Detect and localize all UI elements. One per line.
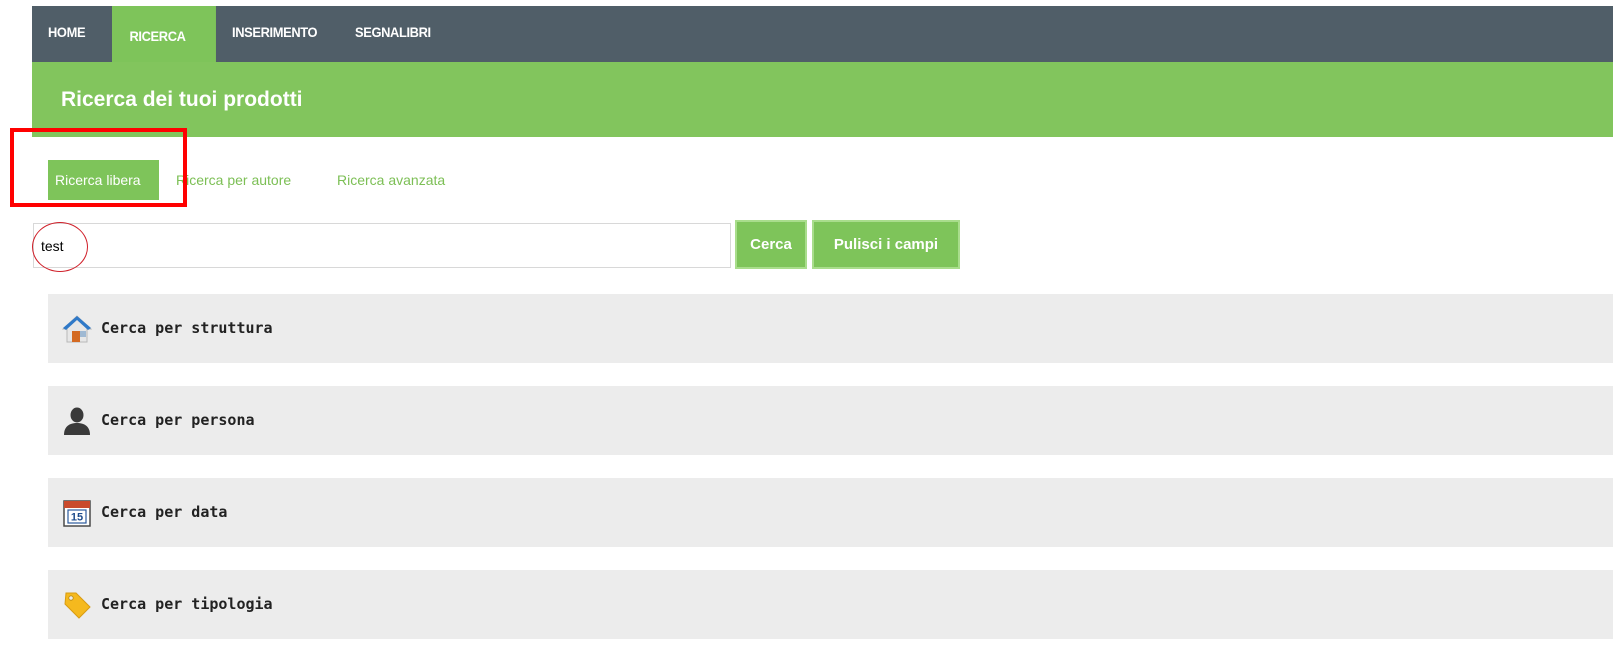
calendar-day: 15: [71, 512, 83, 524]
section-label: Cerca per tipologia: [101, 595, 273, 613]
tab-ricerca-per-autore-label: Ricerca per autore: [176, 172, 292, 188]
section-label: Cerca per struttura: [101, 319, 273, 337]
nav-home-label: HOME: [48, 24, 86, 40]
nav-ricerca-label: RICERCA: [129, 28, 186, 44]
calendar-icon: 15: [63, 500, 91, 527]
section-cerca-per-data[interactable]: 15 Cerca per data: [48, 478, 1613, 547]
clear-fields-button-label: Pulisci i campi: [833, 236, 939, 253]
person-icon: [64, 407, 90, 435]
highlight-annotation-circle: [32, 222, 88, 272]
search-button[interactable]: Cerca: [735, 220, 807, 269]
search-button-label: Cerca: [750, 236, 792, 253]
tab-ricerca-avanzata-label: Ricerca avanzata: [337, 172, 446, 188]
section-label: Cerca per persona: [101, 411, 255, 429]
section-cerca-per-persona[interactable]: Cerca per persona: [48, 386, 1613, 455]
house-icon: [62, 315, 92, 343]
section-cerca-per-struttura[interactable]: Cerca per struttura: [48, 294, 1613, 363]
page-header: Ricerca dei tuoi prodotti: [32, 62, 1613, 137]
search-input[interactable]: [33, 223, 731, 268]
nav-ricerca[interactable]: RICERCA: [112, 6, 216, 62]
nav-inserimento-label: INSERIMENTO: [232, 24, 318, 40]
nav-segnalibri-label: SEGNALIBRI: [355, 24, 431, 40]
clear-fields-button[interactable]: Pulisci i campi: [812, 220, 960, 269]
tag-icon: [64, 592, 91, 619]
section-label: Cerca per data: [101, 503, 228, 521]
page-title: Ricerca dei tuoi prodotti: [61, 88, 303, 111]
highlight-annotation-box: [10, 128, 187, 207]
top-navigation: HOME RICERCA INSERIMENTO SEGNALIBRI: [32, 6, 1613, 62]
section-cerca-per-tipologia[interactable]: Cerca per tipologia: [48, 570, 1613, 639]
